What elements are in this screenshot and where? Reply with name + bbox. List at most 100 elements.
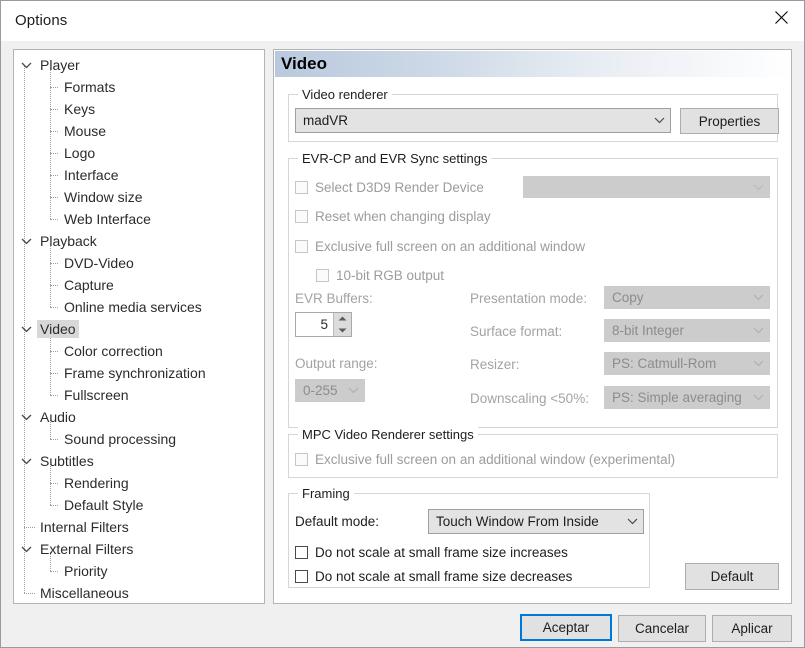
tree-item-label: Video bbox=[37, 320, 79, 338]
tree-item-label: Player bbox=[37, 56, 83, 74]
default-mode-combo[interactable]: Touch Window From Inside bbox=[428, 509, 644, 534]
chevron-down-icon[interactable] bbox=[18, 321, 34, 337]
checkbox-box bbox=[295, 570, 308, 583]
tree-item-label: Playback bbox=[37, 232, 100, 250]
no-scale-decrease-checkbox[interactable]: Do not scale at small frame size decreas… bbox=[295, 569, 572, 584]
reset-when-changing-display-label: Reset when changing display bbox=[315, 209, 491, 224]
renderer-properties-button[interactable]: Properties bbox=[680, 108, 779, 134]
close-icon[interactable] bbox=[758, 1, 804, 33]
chevron-down-icon[interactable] bbox=[18, 541, 34, 557]
tree-item-player[interactable]: Player bbox=[14, 54, 264, 76]
mpc-exclusive-fullscreen-checkbox[interactable]: Exclusive full screen on an additional w… bbox=[295, 452, 675, 467]
tree-item-label: Logo bbox=[61, 144, 98, 162]
tree-item-miscellaneous[interactable]: Miscellaneous bbox=[14, 582, 264, 604]
cancel-button[interactable]: Cancelar bbox=[618, 615, 706, 642]
tree-item-audio[interactable]: Audio bbox=[14, 406, 264, 428]
tree-item-label: DVD-Video bbox=[61, 254, 137, 272]
tree-item-label: Capture bbox=[61, 276, 117, 294]
settings-tree[interactable]: Player FormatsKeys Mouse Logo Interface Windo… bbox=[13, 49, 265, 604]
tree-item-sound-processing[interactable]: Sound processing bbox=[14, 428, 264, 450]
d3d9-device-combo bbox=[523, 176, 770, 198]
tree-item-capture[interactable]: Capture bbox=[14, 274, 264, 296]
renderer-properties-button-label: Properties bbox=[699, 114, 761, 129]
tree-item-label: Subtitles bbox=[37, 452, 97, 470]
evr-buffers-stepper[interactable]: 5 bbox=[295, 312, 352, 337]
tree-item-label: Internal Filters bbox=[37, 518, 132, 536]
tree-item-keys[interactable]: Keys bbox=[14, 98, 264, 120]
chevron-down-icon[interactable] bbox=[18, 453, 34, 469]
evr-exclusive-fullscreen-checkbox[interactable]: Exclusive full screen on an additional w… bbox=[295, 239, 585, 254]
chevron-down-icon bbox=[747, 294, 769, 301]
chevron-down-icon bbox=[747, 394, 769, 401]
tree-item-playback[interactable]: Playback bbox=[14, 230, 264, 252]
tree-item-fullscreen[interactable]: Fullscreen bbox=[14, 384, 264, 406]
tree-item-window-size[interactable]: Window size bbox=[14, 186, 264, 208]
page-title: Video bbox=[281, 54, 327, 74]
tree-item-color-correction[interactable]: Color correction bbox=[14, 340, 264, 362]
tree-item-web-interface[interactable]: Web Interface bbox=[14, 208, 264, 230]
default-mode-combo-value: Touch Window From Inside bbox=[429, 514, 621, 529]
tree-item-priority[interactable]: Priority bbox=[14, 560, 264, 582]
presentation-mode-combo: Copy bbox=[604, 286, 770, 309]
downscaling-combo-value: PS: Simple averaging bbox=[605, 390, 747, 405]
no-scale-increase-checkbox[interactable]: Do not scale at small frame size increas… bbox=[295, 545, 568, 560]
checkbox-box bbox=[295, 453, 308, 466]
chevron-down-icon[interactable] bbox=[18, 57, 34, 73]
downscaling-combo: PS: Simple averaging bbox=[604, 386, 770, 409]
ok-button[interactable]: Aceptar bbox=[520, 614, 612, 641]
surface-format-combo-value: 8-bit Integer bbox=[605, 323, 747, 338]
tree-item-label: Interface bbox=[61, 166, 121, 184]
tree-item-label: Fullscreen bbox=[61, 386, 132, 404]
tree-item-label: Frame synchronization bbox=[61, 364, 209, 382]
apply-button[interactable]: Aplicar bbox=[712, 615, 792, 642]
stepper-up-icon[interactable] bbox=[334, 313, 351, 325]
tree-item-label: Sound processing bbox=[61, 430, 179, 448]
no-scale-decrease-label: Do not scale at small frame size decreas… bbox=[315, 569, 572, 584]
tree-item-mouse[interactable]: Mouse bbox=[14, 120, 264, 142]
default-mode-label: Default mode: bbox=[295, 514, 379, 529]
presentation-mode-label: Presentation mode: bbox=[470, 291, 587, 306]
ten-bit-rgb-output-checkbox[interactable]: 10-bit RGB output bbox=[316, 268, 444, 283]
checkbox-box bbox=[295, 181, 308, 194]
stepper-buttons[interactable] bbox=[333, 313, 351, 336]
reset-when-changing-display-checkbox[interactable]: Reset when changing display bbox=[295, 209, 491, 224]
video-renderer-combo-value: madVR bbox=[296, 113, 648, 128]
checkbox-box bbox=[295, 546, 308, 559]
output-range-combo: 0-255 bbox=[295, 379, 365, 402]
tree-item-label: Online media services bbox=[61, 298, 205, 316]
tree-item-default-style[interactable]: Default Style bbox=[14, 494, 264, 516]
video-renderer-combo[interactable]: madVR bbox=[295, 108, 671, 133]
tree-item-rendering[interactable]: Rendering bbox=[14, 472, 264, 494]
tree-item-online-media-services[interactable]: Online media services bbox=[14, 296, 264, 318]
mpc-video-renderer-group-title: MPC Video Renderer settings bbox=[298, 427, 478, 442]
title-bar: Options bbox=[1, 1, 804, 41]
tree-item-label: Rendering bbox=[61, 474, 132, 492]
tree-item-video[interactable]: Video bbox=[14, 318, 264, 340]
tree-item-dvd-video[interactable]: DVD-Video bbox=[14, 252, 264, 274]
tree-item-label: Mouse bbox=[61, 122, 109, 140]
surface-format-label: Surface format: bbox=[470, 324, 562, 339]
tree-item-internal-filters[interactable]: Internal Filters bbox=[14, 516, 264, 538]
surface-format-combo: 8-bit Integer bbox=[604, 319, 770, 342]
select-d3d9-render-device-checkbox[interactable]: Select D3D9 Render Device bbox=[295, 180, 484, 195]
checkbox-box bbox=[316, 269, 329, 282]
tree-item-interface[interactable]: Interface bbox=[14, 164, 264, 186]
settings-page-video: Video Video renderer madVR Properties EV… bbox=[273, 49, 792, 604]
stepper-down-icon[interactable] bbox=[334, 325, 351, 337]
default-button[interactable]: Default bbox=[685, 563, 779, 590]
tree-item-external-filters[interactable]: External Filters bbox=[14, 538, 264, 560]
tree-item-subtitles[interactable]: Subtitles bbox=[14, 450, 264, 472]
tree-item-label: External Filters bbox=[37, 540, 136, 558]
tree-item-frame-synchronization[interactable]: Frame synchronization bbox=[14, 362, 264, 384]
no-scale-increase-label: Do not scale at small frame size increas… bbox=[315, 545, 568, 560]
tree-item-logo[interactable]: Logo bbox=[14, 142, 264, 164]
tree-item-label: Audio bbox=[37, 408, 79, 426]
framing-group-title: Framing bbox=[298, 486, 354, 501]
chevron-down-icon[interactable] bbox=[18, 409, 34, 425]
tree-item-formats[interactable]: Formats bbox=[14, 76, 264, 98]
chevron-down-icon bbox=[621, 518, 643, 525]
resizer-combo-value: PS: Catmull-Rom bbox=[605, 356, 747, 371]
dialog-body: Player FormatsKeys Mouse Logo Interface Windo… bbox=[1, 41, 804, 647]
chevron-down-icon[interactable] bbox=[18, 233, 34, 249]
apply-button-label: Aplicar bbox=[731, 621, 772, 636]
